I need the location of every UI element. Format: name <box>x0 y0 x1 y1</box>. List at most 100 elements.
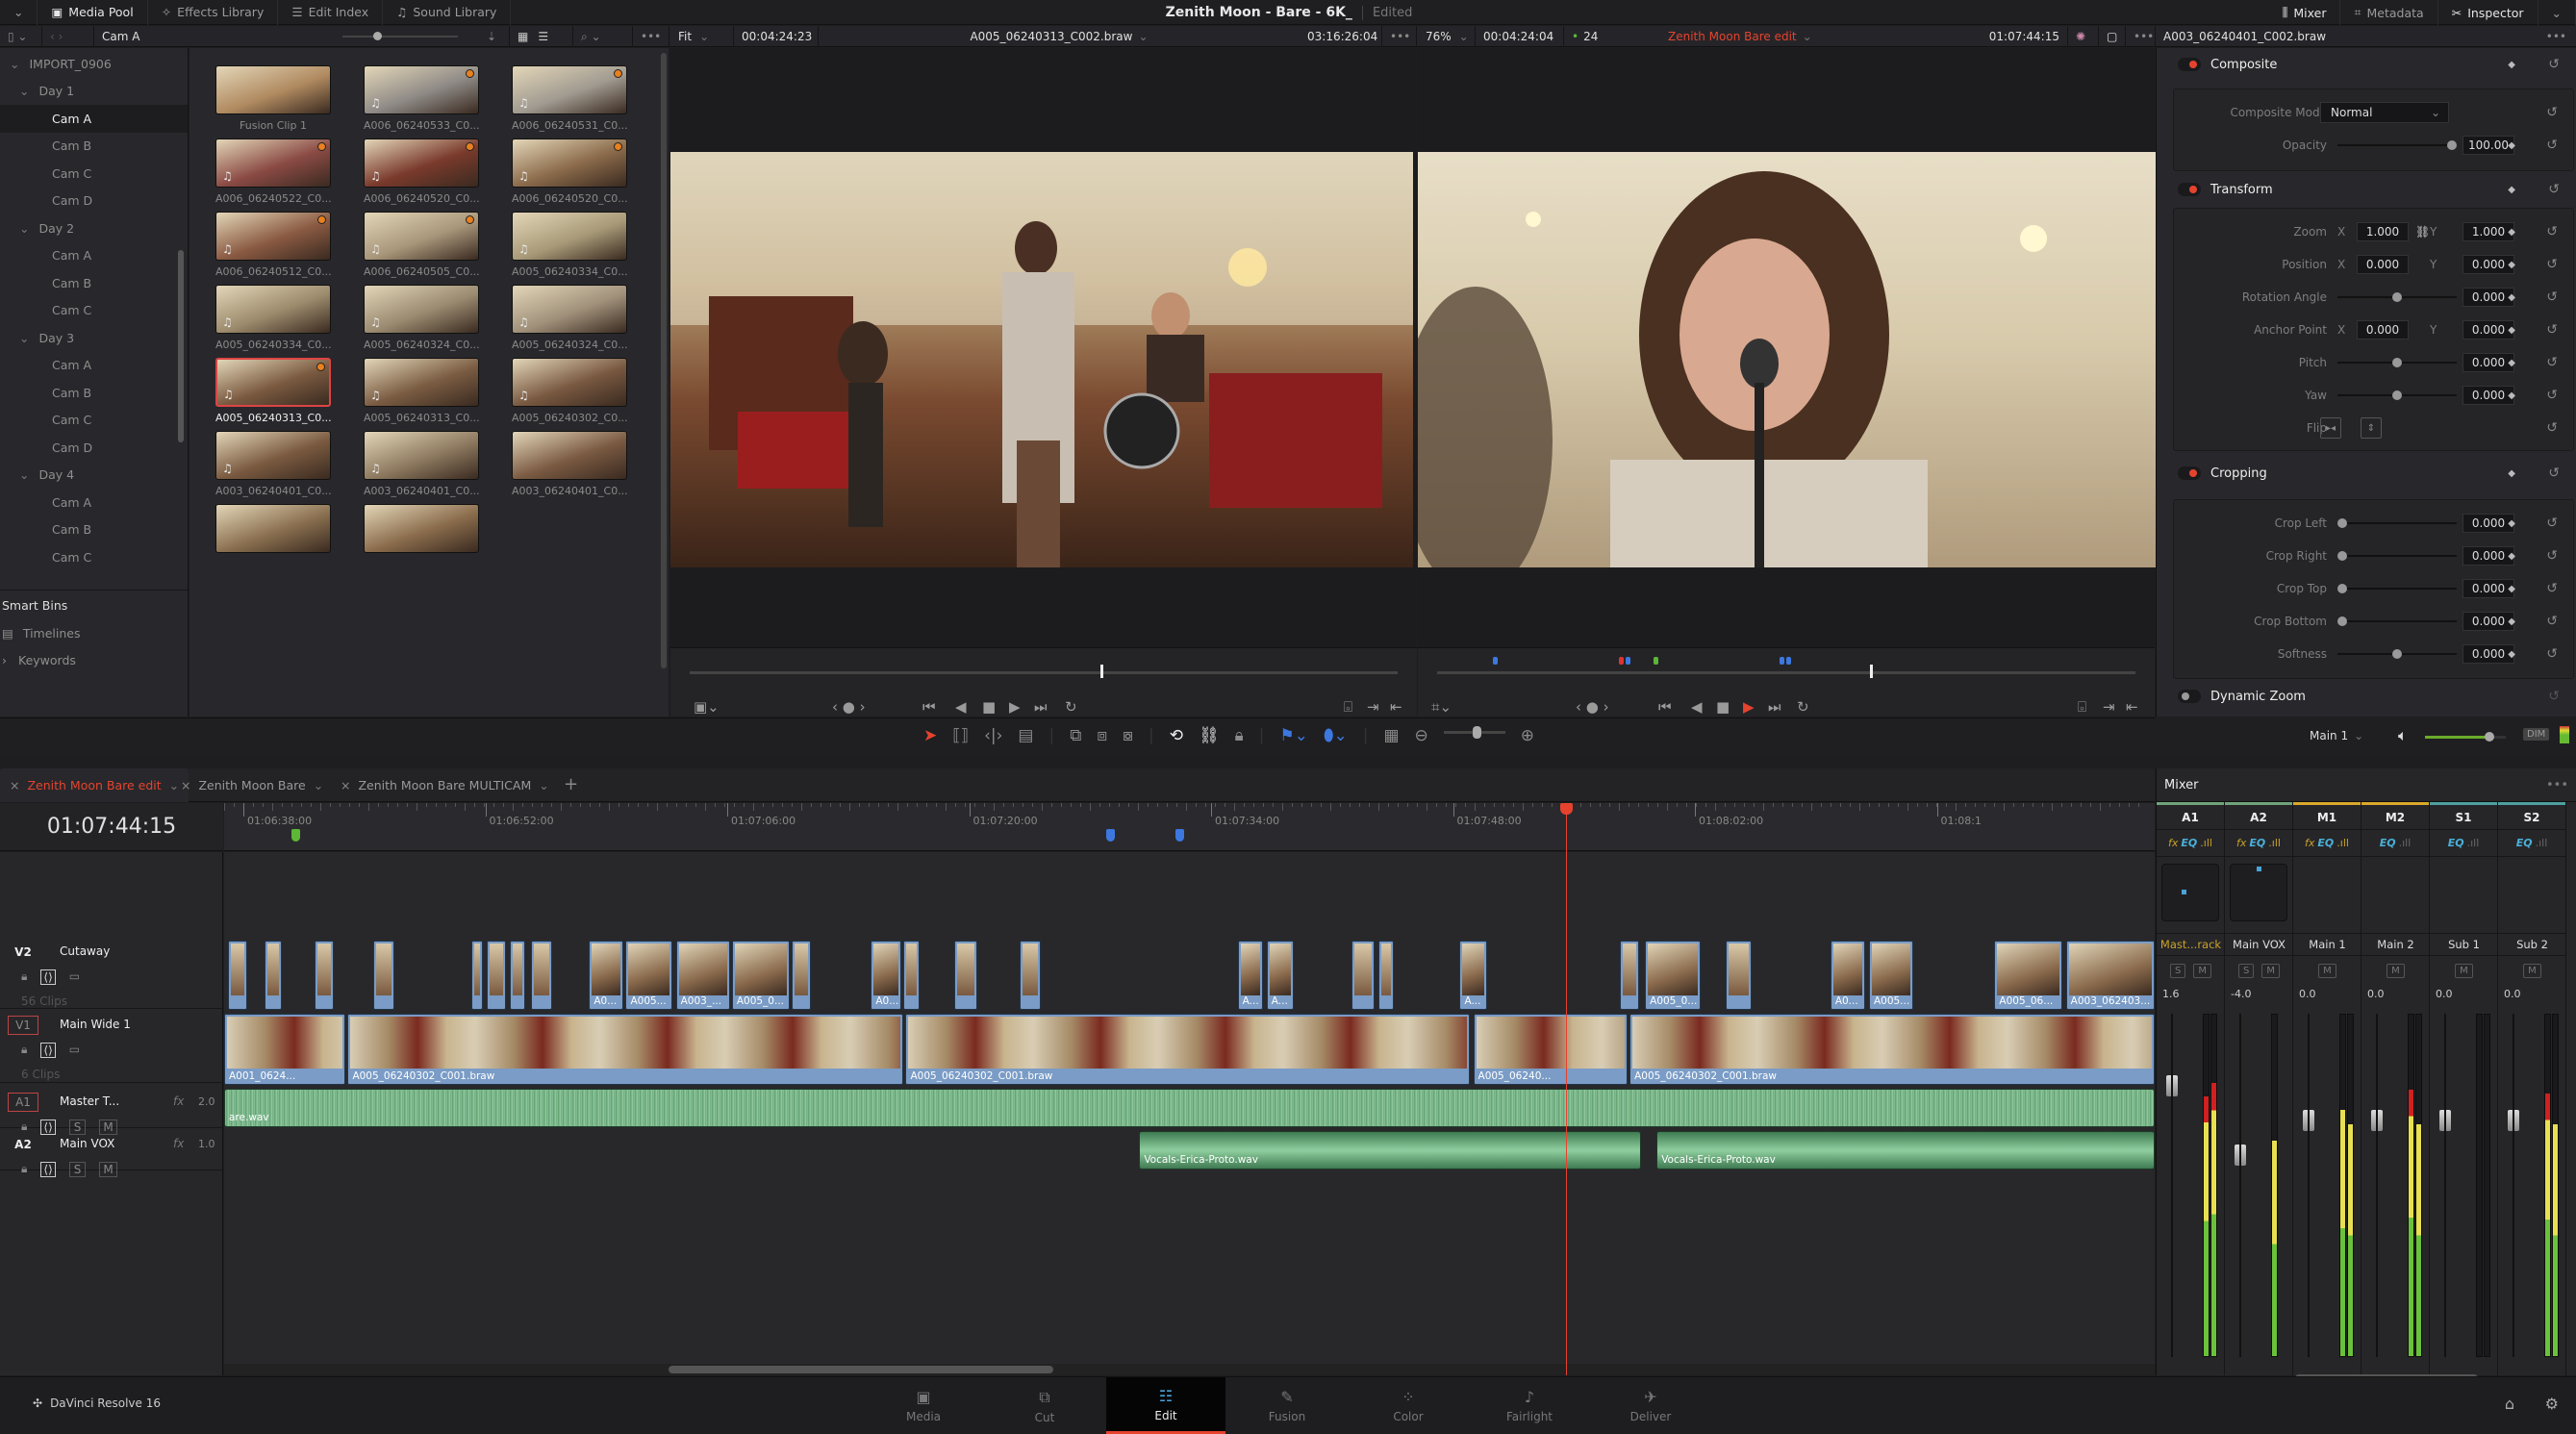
cropping-enable-toggle[interactable] <box>2178 466 2201 480</box>
eq-button[interactable]: EQ <box>2249 837 2265 849</box>
go-to-end-button[interactable]: ⏭ <box>1034 698 1048 716</box>
bin-item[interactable]: Cam B <box>0 133 188 161</box>
track-fx[interactable]: fx <box>173 1094 184 1108</box>
stop-button[interactable]: ■ <box>1716 698 1730 716</box>
cropping-section-header[interactable]: Cropping ◆ ↺ <box>2157 459 2576 488</box>
mute-button[interactable]: M <box>99 1162 117 1177</box>
more-icon[interactable]: ••• <box>2546 778 2568 792</box>
eq-button[interactable]: EQ <box>2317 837 2334 849</box>
search-button[interactable]: ⌕ ⌄ <box>573 26 633 47</box>
bin-item[interactable]: Cam B <box>0 269 188 297</box>
track-visibility-icon[interactable]: ▭ <box>69 969 80 985</box>
position-x-field[interactable]: 0.000 <box>2357 255 2409 274</box>
track-name[interactable]: Main VOX <box>60 1137 114 1150</box>
eq-button[interactable]: EQ <box>2448 837 2464 849</box>
bin-item[interactable]: Cam D <box>0 434 188 462</box>
composite-mode-select[interactable]: Normal ⌄ <box>2320 102 2449 123</box>
timeline-marker[interactable] <box>1106 829 1116 842</box>
loop-button[interactable]: ↻ <box>1065 698 1077 716</box>
sound-library-button[interactable]: ♫ Sound Library <box>383 0 512 25</box>
page-tab-color[interactable]: ⁘ Color <box>1349 1377 1468 1434</box>
color-sync-button[interactable]: ✺ <box>2068 26 2099 47</box>
crop-slider[interactable] <box>2337 616 2457 626</box>
chevron-down-icon[interactable]: ⌄ <box>10 57 19 71</box>
slider-knob[interactable] <box>1472 725 1481 739</box>
track-header-v2[interactable]: V2 Cutaway 🔒︎ ⟨⟩ ▭ 56 Clips <box>0 937 223 1009</box>
timeline-clip-v2[interactable] <box>1378 941 1395 1010</box>
mark-in-button[interactable]: ⇥ <box>2103 698 2115 716</box>
mark-out-button[interactable]: ⇤ <box>1390 698 1402 716</box>
reset-icon[interactable]: ↺ <box>2548 182 2560 197</box>
keyframe-icon[interactable]: ◆ <box>2508 390 2515 401</box>
timeline-clip-v2[interactable] <box>1726 941 1752 1010</box>
workspace-toggle[interactable]: ⌄ <box>0 0 38 25</box>
clip-thumbnail[interactable]: ♫ A003_06240401_C0... <box>364 431 480 508</box>
composite-enable-toggle[interactable] <box>2178 58 2201 71</box>
pitch-field[interactable]: 0.000 <box>2462 353 2514 372</box>
bin-item[interactable]: ⌄ Day 2 <box>0 214 188 242</box>
auto-select-icon[interactable]: ⟨⟩ <box>40 1162 56 1177</box>
timeline-clip-v2[interactable] <box>1620 941 1640 1010</box>
play-button[interactable]: ▶ <box>1743 698 1755 716</box>
timeline-ruler[interactable]: 01:06:38:00 01:06:52:00 01:07:06:00 01:07:2… <box>224 803 2155 851</box>
clip-thumbnail[interactable]: ♫ A006_06240512_C0... <box>215 212 332 289</box>
keyframe-icon[interactable]: ◆ <box>2508 584 2515 594</box>
mute-button[interactable]: M <box>2318 963 2336 978</box>
viewer-marker[interactable] <box>1654 657 1659 665</box>
thumbnail-size-slider[interactable] <box>342 32 458 40</box>
play-reverse-button[interactable]: ◀ <box>955 698 967 716</box>
eq-button[interactable]: EQ <box>2380 837 2396 849</box>
timeline-clip-v1[interactable]: A001_0624... <box>224 1014 346 1085</box>
reset-icon[interactable]: ↺ <box>2546 257 2558 272</box>
timeline-clip-a2[interactable]: Vocals-Erica-Proto.wav <box>1656 1131 2155 1170</box>
clip-display-button[interactable]: ▣⌄ <box>694 698 720 716</box>
insert-clip-button[interactable]: ⧉ <box>1070 726 1081 745</box>
timeline-marker[interactable] <box>291 829 301 842</box>
bin-item[interactable]: Cam D <box>0 188 188 215</box>
timeline-clip-v2[interactable]: A003_... <box>675 941 730 1010</box>
clip-thumbnail[interactable]: A003_06240401_C0... <box>512 431 628 508</box>
zoom-x-field[interactable]: 1.000 <box>2357 222 2409 241</box>
sort-button[interactable]: ⇣ <box>479 26 510 47</box>
media-pool-button[interactable]: ▣ Media Pool <box>38 0 148 25</box>
loop-button[interactable]: ↻ <box>1797 698 1809 716</box>
dynamics-icon[interactable]: .ıll <box>2200 837 2212 849</box>
timeline-tab[interactable]: × Zenith Moon Bare ⌄ <box>171 768 333 802</box>
source-zoom-select[interactable]: Fit ⌄ <box>670 26 734 47</box>
flag-button[interactable]: ⚑⌄ <box>1279 726 1307 745</box>
timeline-clip-v2[interactable] <box>792 941 812 1010</box>
bin-list-toggle[interactable]: ▯ ⌄ <box>0 26 42 47</box>
rotation-slider[interactable] <box>2337 292 2457 302</box>
mixer-button[interactable]: ⫼ Mixer <box>2269 0 2341 25</box>
clip-thumbnail[interactable]: ♫ A006_06240533_C0... <box>364 65 480 142</box>
bin-item[interactable]: ⌄ IMPORT_0906 <box>0 50 188 78</box>
snapping-toggle[interactable]: ⟲ <box>1170 726 1183 745</box>
timeline-view-options[interactable]: ▦ <box>1383 726 1399 745</box>
linked-selection-toggle[interactable]: ⛓ <box>1199 726 1220 745</box>
reset-icon[interactable]: ↺ <box>2546 516 2558 531</box>
slider-knob[interactable] <box>2337 518 2347 528</box>
auto-select-icon[interactable]: ⟨⟩ <box>40 969 56 985</box>
reset-icon[interactable]: ↺ <box>2546 105 2558 120</box>
reset-icon[interactable]: ↺ <box>2546 646 2558 662</box>
clip-thumbnail[interactable]: ♫ A006_06240505_C0... <box>364 212 480 289</box>
reset-icon[interactable]: ↺ <box>2546 289 2558 305</box>
home-icon[interactable]: ⌂ <box>2505 1395 2514 1413</box>
timeline-clip-v2[interactable]: A005_06... <box>1994 941 2062 1010</box>
fx-button[interactable]: fx <box>2168 837 2178 849</box>
crop-value-field[interactable]: 0.000 <box>2462 514 2514 533</box>
timeline-clip-v1[interactable]: A005_06240... <box>1473 1014 1629 1085</box>
keyframe-icon[interactable]: ◆ <box>2508 468 2515 479</box>
replace-clip-button[interactable]: ⧇ <box>1123 726 1133 745</box>
mute-button[interactable]: M <box>2455 963 2473 978</box>
timeline-clip-v1[interactable]: A005_06240302_C001.braw <box>347 1014 904 1085</box>
timeline-clip-v2[interactable]: A005_0... <box>1645 941 1702 1010</box>
track-header-a1[interactable]: A1 Master T... fx 2.0 🔒︎ ⟨⟩ S M <box>0 1087 223 1135</box>
timeline-clip-v2[interactable]: A005_0... <box>731 941 791 1010</box>
timeline-clip-v2[interactable]: A003_062403... <box>2065 941 2155 1010</box>
keyframe-icon[interactable]: ◆ <box>2508 227 2515 238</box>
slider-knob[interactable] <box>2392 390 2402 400</box>
reset-icon[interactable]: ↺ <box>2546 614 2558 629</box>
bin-nav[interactable]: ‹ › <box>42 26 94 47</box>
dynamic-trim-tool[interactable]: ‹|› <box>984 726 1002 745</box>
